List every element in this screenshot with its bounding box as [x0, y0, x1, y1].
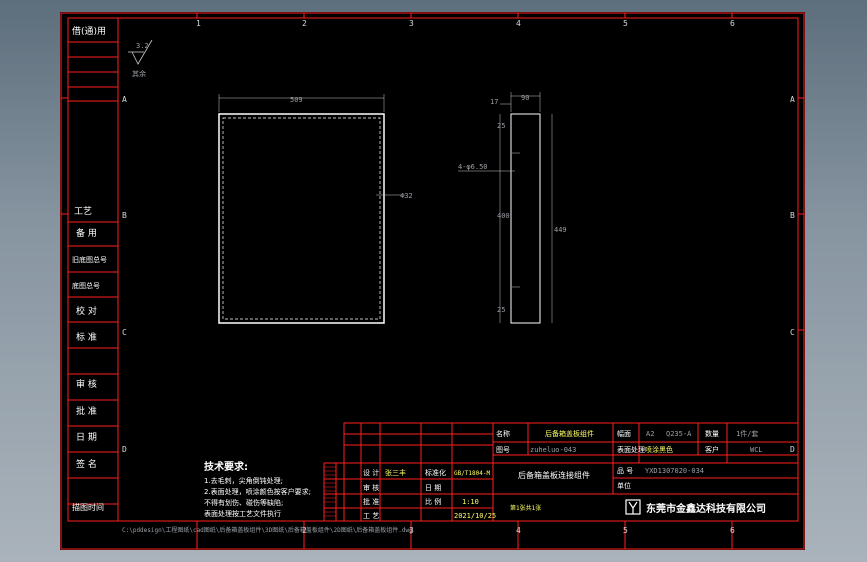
stamp-item: 批 准: [76, 405, 97, 417]
tb-sheet-count: 第1张共1张: [510, 504, 541, 512]
row-label: C: [122, 328, 127, 337]
tb-scale: 1:10: [462, 498, 479, 506]
col-label: 2: [302, 19, 307, 28]
tb-company: 东莞市金鑫达科技有限公司: [646, 502, 766, 515]
tb-label-partno: 品 号: [617, 467, 633, 475]
row-label: B: [790, 211, 795, 220]
dim-spacing-top: 25: [497, 122, 505, 130]
col-label: 4: [516, 526, 521, 535]
tb-sheet: A2: [646, 430, 654, 438]
row-label: B: [122, 211, 127, 220]
tb-label-unit: 单位: [617, 481, 631, 490]
tb-label-drawno: 图号: [496, 446, 510, 454]
stamp-top-label: 借(通)用: [72, 25, 106, 37]
tb-partno: YXD1307020-034: [645, 467, 704, 475]
dim-spacing-bottom: 25: [497, 306, 505, 314]
dim-spacing-mid: 400: [497, 212, 510, 220]
row-label: D: [122, 445, 127, 454]
tb-label-date: 日 期: [425, 484, 441, 492]
col-label: 5: [623, 19, 628, 28]
row-label: A: [790, 95, 795, 104]
stamp-item: 底图总号: [72, 281, 100, 290]
tb-label-treatment: 表面处理: [617, 445, 645, 454]
dim-width: 509: [290, 96, 303, 104]
left-stamp-column: [67, 17, 119, 522]
col-label: 6: [730, 19, 735, 28]
tb-label-qty: 数量: [705, 429, 719, 438]
tb-label-std: 标准化: [425, 468, 446, 477]
stamp-item: 描图时间: [72, 502, 104, 512]
tech-req-line: 不得有划伤、碰伤等缺陷;: [204, 498, 283, 507]
col-label: 1: [196, 19, 201, 28]
stamp-process-label: 工艺: [74, 206, 92, 217]
col-label: 3: [409, 19, 414, 28]
tb-part-desc: 后备箱盖板连接组件: [518, 470, 590, 480]
cad-drawing-viewport[interactable]: 1 2 3 4 5 6 2 3 4 5 6 A B C D A B C D 借(…: [60, 12, 805, 550]
dim-height: 432: [400, 192, 413, 200]
tb-qty: 1件/套: [736, 429, 758, 438]
row-label: D: [790, 445, 795, 454]
surface-roughness-value: 3.2: [136, 42, 149, 50]
front-view: [218, 94, 405, 324]
company-logo-icon: [625, 499, 641, 515]
tb-label-scale: 比 例: [425, 497, 441, 506]
tech-req-title: 技术要求:: [204, 460, 248, 473]
tech-req-line: 2.表面处理，喷涂颜色按客户要求;: [204, 487, 311, 496]
stamp-item: 备 用: [76, 227, 97, 239]
tech-req-line: 1.去毛刺，尖角倒钝处理;: [204, 476, 283, 485]
tb-label-process: 工 艺: [363, 512, 379, 520]
drawing-border: [67, 17, 799, 522]
stamp-item: 签 名: [76, 458, 97, 470]
tb-name: 后备箱盖板组件: [545, 429, 594, 438]
stamp-item: 标 准: [76, 331, 97, 343]
stamp-item: 旧底图总号: [72, 255, 107, 264]
tb-label-customer: 客户: [705, 445, 719, 454]
col-label: 4: [516, 19, 521, 28]
tb-designer: 张三丰: [385, 468, 406, 477]
tb-label-name: 名称: [496, 429, 510, 438]
tech-req-line: 表面处理按工艺文件执行: [204, 509, 281, 518]
stamp-item: 校 对: [76, 305, 97, 317]
dim-side-width: 90: [521, 94, 529, 102]
row-label: A: [122, 95, 127, 104]
tb-label-approve: 批 准: [363, 497, 379, 506]
row-label: C: [790, 328, 795, 337]
dim-side-top: 17: [490, 98, 498, 106]
tb-material: Q235-A: [666, 430, 692, 438]
dim-side-height: 449: [554, 226, 567, 234]
dim-hole-spec: 4-φ6.50: [458, 163, 488, 171]
tb-drawno: zuheluo-043: [530, 446, 576, 454]
tb-label-sheet: 幅面: [617, 429, 631, 438]
surface-roughness-label: 其余: [132, 69, 146, 78]
tb-label-check: 审 核: [363, 483, 379, 492]
tb-customer: WCL: [750, 446, 763, 454]
stamp-item: 日 期: [76, 432, 97, 443]
stamp-item: 审 核: [76, 378, 97, 390]
tb-date: 2021/10/25: [454, 512, 496, 520]
drawing-sheet: 1 2 3 4 5 6 2 3 4 5 6 A B C D A B C D 借(…: [60, 12, 805, 550]
tb-std: GB/T1804-M: [454, 470, 491, 477]
col-label: 5: [623, 526, 628, 535]
file-path: C:\pddesign\工程图纸\cad图纸\后备箱盖板组件\3D图纸\后备箱盖…: [122, 526, 413, 534]
col-label: 6: [730, 526, 735, 535]
tb-treatment: 喷涂黑色: [645, 445, 673, 454]
tb-label-designer: 设 计: [363, 468, 379, 477]
